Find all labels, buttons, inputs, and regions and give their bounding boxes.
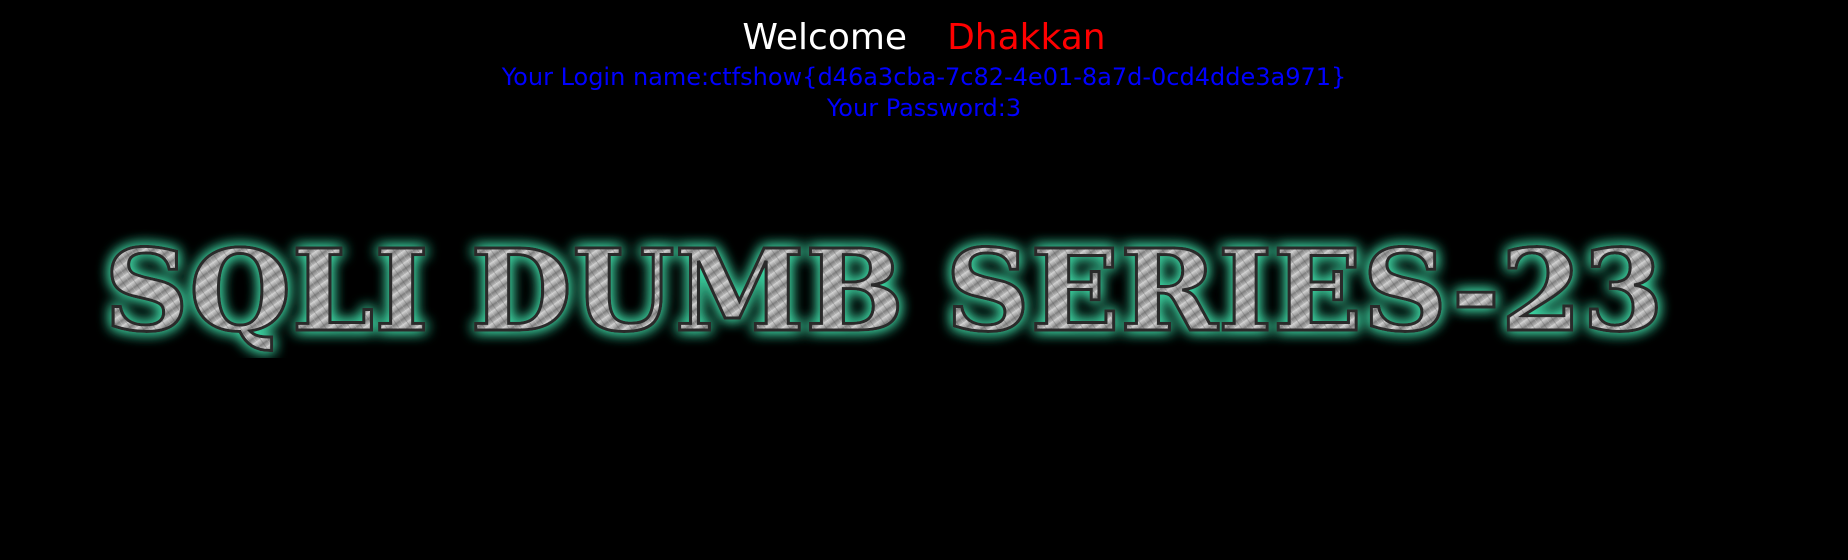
login-name-line: Your Login name:ctfshow{d46a3cba-7c82-4e… bbox=[0, 62, 1848, 92]
login-name-value: ctfshow{d46a3cba-7c82-4e01-8a7d-0cd4dde3… bbox=[709, 63, 1347, 91]
password-line: Your Password:3 bbox=[0, 93, 1848, 123]
series-title-text: SQLI DUMB SERIES-23 bbox=[104, 226, 1664, 357]
series-title-graphic: SQLI DUMB SERIES-23 bbox=[103, 225, 1666, 359]
page: Welcome Dhakkan Your Login name:ctfshow{d… bbox=[0, 0, 1848, 560]
welcome-heading: Welcome Dhakkan bbox=[0, 16, 1848, 60]
password-value: 3 bbox=[1005, 94, 1022, 122]
series-title-banner: SQLI DUMB SERIES-23 bbox=[84, 218, 1684, 359]
password-label: Your Password: bbox=[826, 94, 1006, 122]
user-name: Dhakkan bbox=[947, 17, 1106, 58]
login-name-label: Your Login name: bbox=[501, 63, 710, 91]
welcome-text: Welcome bbox=[742, 17, 908, 58]
